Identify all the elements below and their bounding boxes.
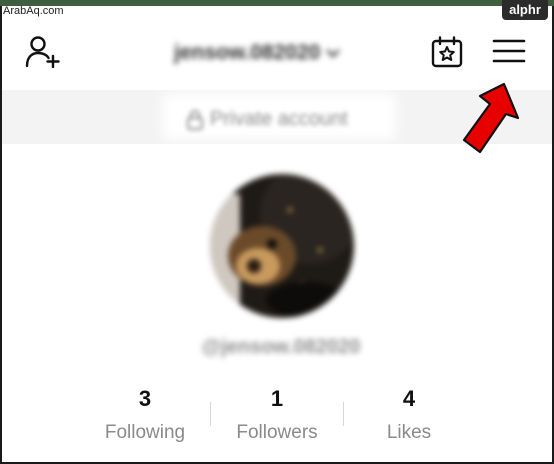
chevron-down-icon	[326, 49, 341, 58]
likes-label: Likes	[386, 422, 432, 443]
lock-icon	[187, 109, 203, 130]
add-user-icon	[25, 36, 60, 68]
followers-count: 1	[270, 386, 284, 411]
stats-divider	[210, 402, 211, 426]
menu-button[interactable]	[488, 34, 530, 68]
following-count: 3	[138, 386, 152, 411]
private-account-label: Private account	[210, 108, 348, 130]
add-user-button[interactable]	[22, 32, 64, 70]
likes-count: 4	[402, 386, 416, 411]
username-label: jensow.082020	[174, 41, 321, 64]
hamburger-menu-icon	[492, 39, 526, 63]
stat-following[interactable]: 3 Following	[82, 384, 208, 444]
alphr-badge: alphr	[502, 0, 548, 20]
watermark-text: ArabAq.com	[3, 5, 64, 17]
top-border-strip	[0, 0, 554, 6]
followers-label: Followers	[236, 422, 318, 443]
stats-divider	[343, 402, 344, 426]
username-dropdown[interactable]: jensow.082020	[174, 40, 384, 66]
private-account-indicator: Private account	[186, 108, 348, 131]
following-label: Following	[104, 422, 186, 443]
avatar-image	[210, 174, 354, 318]
red-arrow-annotation	[462, 82, 520, 154]
calendar-star-icon	[431, 36, 463, 68]
calendar-button[interactable]	[428, 34, 466, 70]
profile-stats: 3 Following 1 Followers 4 Likes	[82, 384, 472, 446]
avatar[interactable]	[210, 174, 354, 318]
stat-followers[interactable]: 1 Followers	[214, 384, 340, 444]
profile-handle: @jensow.082020	[201, 336, 361, 358]
stat-likes[interactable]: 4 Likes	[346, 384, 472, 444]
